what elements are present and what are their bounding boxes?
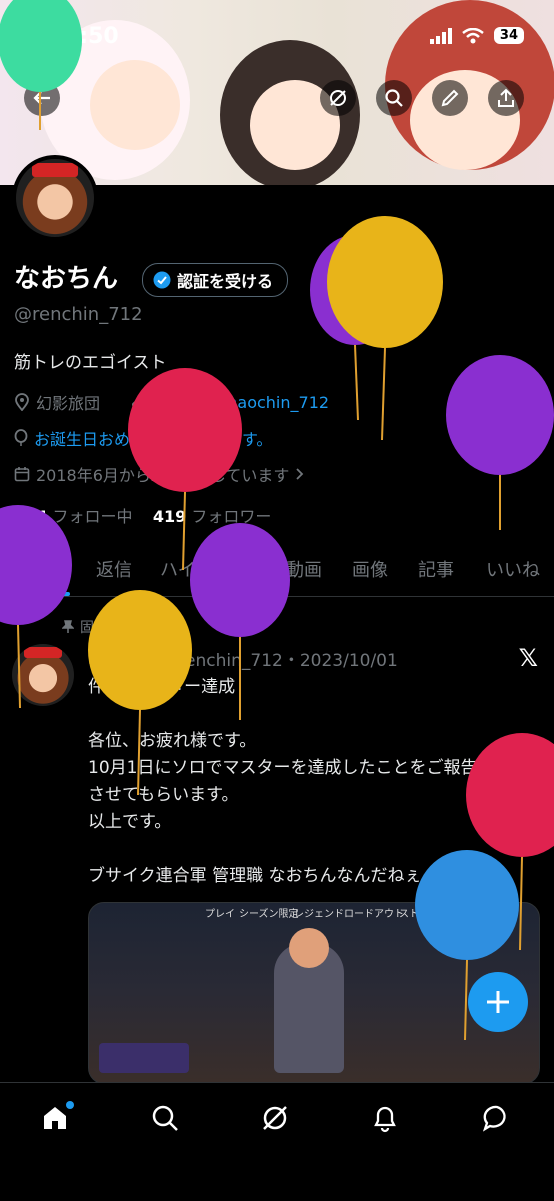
birthday-message[interactable]: お誕生日おめでとうございます。 xyxy=(34,426,272,450)
post-line: 10月1日にソロでマスターを達成したことをご報告 xyxy=(88,758,478,778)
nav-home[interactable] xyxy=(38,1101,74,1135)
compose-button[interactable] xyxy=(468,972,528,1032)
search-button[interactable] xyxy=(376,80,412,116)
media-tab: レジェンド xyxy=(294,909,344,920)
search-icon xyxy=(385,89,403,107)
balloon-icon xyxy=(446,355,554,530)
home-icon xyxy=(44,1107,66,1129)
nav-messages[interactable] xyxy=(480,1101,514,1135)
link-icon xyxy=(132,396,144,408)
joined-row[interactable]: 2018年6月からXを利用しています xyxy=(14,462,305,486)
x-logo-icon[interactable]: 𝕏 xyxy=(519,644,538,672)
grok-icon xyxy=(263,1106,287,1130)
pinned-label: 固定 xyxy=(80,620,108,636)
profile-meta-row: 幻影旅団 twitch.tv/naochin_712 xyxy=(14,390,329,414)
post-line: 各位、お疲れ様です。 xyxy=(88,731,257,751)
post-text: 件名: マスター達成 各位、お疲れ様です。 10月1日にソロでマスターを達成した… xyxy=(88,674,538,890)
search-icon xyxy=(152,1105,178,1131)
media-tab: ストア xyxy=(399,909,429,920)
balloon-icon xyxy=(327,216,443,441)
profile-tabs: ポスト 返信 ハイライト 動画 画像 記事 いいね xyxy=(0,548,554,597)
pin-icon xyxy=(62,620,74,633)
status-bar: 7:50 34 xyxy=(0,0,554,70)
tab-articles[interactable]: 記事 xyxy=(418,556,454,582)
bottom-navigation xyxy=(0,1082,554,1201)
media-tab: プレイ xyxy=(205,909,235,920)
edit-icon xyxy=(441,89,459,107)
post-line xyxy=(88,836,538,863)
get-verified-label: 認証を受ける xyxy=(177,272,274,291)
media-tab: ロードアウト xyxy=(344,909,404,920)
status-time: 7:50 xyxy=(64,24,119,49)
media-tab: シーズン限定 xyxy=(239,909,299,920)
balloon-icon xyxy=(14,429,28,446)
tab-photos[interactable]: 画像 xyxy=(352,556,388,582)
birthday-row: お誕生日おめでとうございます。 xyxy=(14,426,272,450)
post-author[interactable]: なおちん xyxy=(88,651,156,671)
joined-date: 2018年6月からXを利用しています xyxy=(36,466,290,485)
chat-bubble-icon xyxy=(482,1105,506,1132)
wifi-icon xyxy=(462,27,484,43)
edit-button[interactable] xyxy=(432,80,468,116)
cellular-signal-icon xyxy=(429,27,452,44)
profile-avatar[interactable] xyxy=(12,155,98,241)
chevron-right-icon xyxy=(296,468,304,480)
profile-link[interactable]: twitch.tv/naochin_712 xyxy=(152,393,329,412)
post-line: 以上です。 xyxy=(88,812,172,832)
compose-plus-icon xyxy=(487,991,509,1013)
location-pin-icon xyxy=(15,393,29,411)
profile-bio: 筋トレのエゴイスト xyxy=(14,353,167,373)
grok-icon xyxy=(330,90,346,106)
nav-notifications[interactable] xyxy=(368,1101,402,1135)
following-link[interactable]: 364 フォロー中 xyxy=(14,507,133,526)
pinned-indicator: 固定 xyxy=(62,617,108,637)
post-header: なおちん @renchin_712・2023/10/01 xyxy=(88,646,398,671)
profile-location: 幻影旅団 xyxy=(36,394,101,413)
post-handle-date: @renchin_712・2023/10/01 xyxy=(161,651,398,671)
calendar-icon xyxy=(14,467,30,482)
back-button[interactable] xyxy=(24,80,60,116)
tab-videos[interactable]: 動画 xyxy=(286,556,322,582)
followers-link[interactable]: 419 フォロワー xyxy=(153,507,272,526)
home-notification-dot xyxy=(66,1101,74,1109)
profile-name: なおちん xyxy=(14,264,119,294)
post-line: 件名: マスター達成 xyxy=(88,677,236,697)
media-tab: クラブ xyxy=(434,909,464,920)
tab-likes[interactable]: いいね xyxy=(486,556,540,582)
share-button[interactable] xyxy=(488,80,524,116)
profile-handle: @renchin_712 xyxy=(14,304,143,325)
battery-level: 34 xyxy=(493,27,524,44)
verified-badge-icon xyxy=(153,271,171,289)
back-arrow-icon xyxy=(33,91,50,105)
follow-stats: 364 フォロー中 419 フォロワー xyxy=(14,503,271,527)
post-line xyxy=(88,701,538,728)
tab-highlights[interactable]: ハイライト xyxy=(160,556,250,582)
tab-replies[interactable]: 返信 xyxy=(96,556,132,582)
active-tab-indicator xyxy=(6,592,70,596)
nav-grok[interactable] xyxy=(258,1101,292,1135)
nav-explore[interactable] xyxy=(148,1101,182,1135)
share-icon xyxy=(498,88,514,107)
grok-button[interactable] xyxy=(320,80,356,116)
tab-posts[interactable]: ポスト xyxy=(10,556,64,582)
bell-icon xyxy=(374,1106,396,1133)
post-line: させてもらいます。 xyxy=(88,785,239,805)
post-line: ブサイク連合軍 管理職 なおちんなんだねぇ xyxy=(88,866,422,886)
post-avatar[interactable] xyxy=(12,644,74,706)
get-verified-button[interactable]: 認証を受ける xyxy=(142,263,289,297)
